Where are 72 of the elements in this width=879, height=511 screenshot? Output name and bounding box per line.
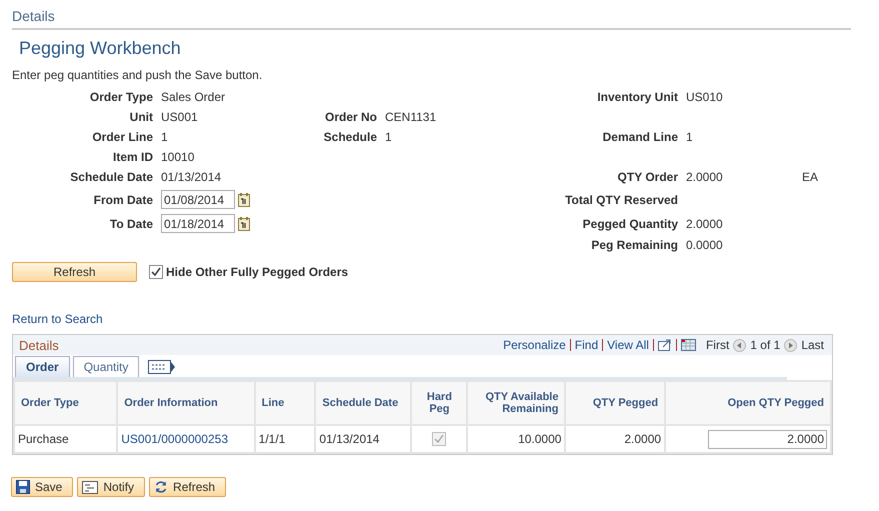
- table-cell: 01/13/2014: [319, 432, 380, 446]
- field-value: 01/13/2014: [161, 170, 222, 184]
- field-value: 10010: [161, 150, 194, 164]
- grid-link[interactable]: Personalize: [503, 338, 566, 352]
- field-label: Total QTY Reserved: [564, 192, 678, 206]
- field-value: US001: [161, 110, 198, 124]
- field-value: US010: [686, 90, 723, 104]
- field-label: Order Type: [88, 90, 153, 104]
- message-icon: [82, 480, 98, 494]
- field-value: CEN1131: [385, 110, 436, 124]
- field-label: From Date: [92, 192, 153, 206]
- pager-last[interactable]: Last: [801, 338, 824, 352]
- next-icon[interactable]: [784, 338, 798, 352]
- column-header: Open QTY Pegged: [728, 397, 824, 409]
- date-field[interactable]: 01/08/2014: [161, 190, 235, 209]
- refresh-button[interactable]: Refresh: [12, 262, 137, 282]
- unit-label: EA: [802, 170, 818, 184]
- grid-link[interactable]: View All: [607, 338, 649, 352]
- field-value: 2.0000: [686, 170, 723, 184]
- page-header: Details: [12, 8, 55, 24]
- pager-first[interactable]: First: [706, 338, 730, 352]
- column-header: Order Type: [21, 397, 79, 409]
- column-header: QTY Available Remaining: [486, 391, 558, 415]
- field-label: Pegged Quantity: [582, 216, 678, 230]
- toolbar-button[interactable]: Notify: [77, 477, 146, 497]
- grid-link[interactable]: Find: [574, 338, 598, 352]
- field-label: Schedule: [322, 130, 377, 144]
- date-field[interactable]: 01/18/2014: [161, 214, 235, 233]
- field-label: Item ID: [112, 150, 153, 164]
- instructions-text: Enter peg quantities and push the Save button.: [12, 68, 262, 82]
- field-label: Demand Line: [602, 130, 678, 144]
- field-label: Schedule Date: [69, 170, 153, 184]
- quantity-field[interactable]: 2.0000: [708, 430, 827, 448]
- grid-title: Details: [19, 338, 59, 352]
- column-header: QTY Pegged: [592, 397, 658, 409]
- checkbox-label: Hide Other Fully Pegged Orders: [166, 265, 348, 279]
- grid-tab[interactable]: Order: [15, 356, 70, 377]
- table-cell: 2.0000: [624, 432, 662, 446]
- table-cell: 1/1/1: [258, 432, 286, 446]
- field-label: Inventory Unit: [596, 90, 678, 104]
- calendar-icon[interactable]: [238, 216, 250, 230]
- field-label: Unit: [128, 110, 153, 124]
- pager-range: 1 of 1: [750, 338, 780, 352]
- zoom-window-icon[interactable]: [658, 339, 672, 351]
- checkbox[interactable]: [149, 265, 163, 279]
- grid-tab[interactable]: Quantity: [72, 356, 140, 377]
- field-value: 2.0000: [686, 216, 723, 230]
- field-value: 0.0000: [686, 238, 723, 252]
- column-header: Line: [262, 397, 284, 409]
- spreadsheet-icon[interactable]: [680, 339, 696, 351]
- field-label: Order No: [324, 110, 377, 124]
- calendar-icon[interactable]: [238, 192, 250, 206]
- toolbar-button[interactable]: Save: [11, 477, 74, 497]
- return-link[interactable]: Return to Search: [12, 312, 103, 326]
- toolbar-button[interactable]: Refresh: [149, 477, 226, 497]
- table-cell: Purchase: [18, 432, 69, 446]
- table-cell: 10.0000: [518, 432, 562, 446]
- column-header: Order Information: [124, 397, 218, 409]
- previous-icon[interactable]: [733, 338, 746, 352]
- refresh-icon: [154, 480, 168, 494]
- field-value: 1: [385, 130, 392, 144]
- column-header: Hard Peg: [426, 391, 452, 415]
- field-label: Order Line: [91, 130, 153, 144]
- field-label: Peg Remaining: [590, 238, 678, 252]
- page-title: Pegging Workbench: [19, 38, 181, 58]
- field-value: 1: [686, 130, 693, 144]
- field-label: QTY Order: [616, 170, 678, 184]
- show-all-columns-icon[interactable]: [148, 360, 176, 374]
- field-label: To Date: [108, 216, 153, 230]
- field-value: Sales Order: [161, 90, 226, 104]
- column-header: Schedule Date: [322, 397, 398, 409]
- field-value: 1: [161, 130, 168, 144]
